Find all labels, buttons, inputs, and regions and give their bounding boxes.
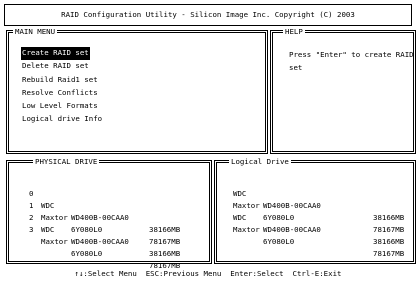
drive-vendor: Maxtor (233, 225, 260, 234)
drive-model: 6Y080L0 (71, 249, 103, 258)
help-panel: HELP Press "Enter" to create RAID set (270, 27, 416, 154)
drive-size: 38166MB (149, 249, 181, 258)
menu-item-low-level-formats[interactable]: Low Level Formats (21, 100, 103, 113)
menu-item-create-raid-set[interactable]: Create RAID set (21, 47, 103, 61)
menu-item-delete-raid-set[interactable]: Delete RAID set (21, 60, 103, 73)
logical-drive-row[interactable]: WDC WD400B-00CAA0 38166MB (221, 200, 415, 246)
main-menu-title: MAIN MENU (13, 27, 58, 36)
physical-drive-panel: PHYSICAL DRIVE 0 WDC WD400B-00CAA0 38166… (6, 157, 212, 270)
drive-index: 3 (29, 225, 34, 234)
physical-drive-row[interactable]: 0 WDC WD400B-00CAA0 38166MB (29, 176, 209, 234)
help-text: Press "Enter" to create RAID set (289, 50, 414, 72)
drive-model: WD400B-00CAA0 (263, 225, 321, 234)
title-bar: RAID Configuration Utility - Silicon Ima… (4, 4, 412, 26)
arrow-keys-icon: ↑↓ (74, 269, 84, 279)
physical-drive-title: PHYSICAL DRIVE (33, 157, 100, 166)
drive-model: WD400B-00CAA0 (71, 237, 129, 246)
menu-item-label[interactable]: Create RAID set (21, 47, 90, 61)
logical-drive-title: Logical Drive (229, 157, 291, 166)
menu-item-resolve-conflicts[interactable]: Resolve Conflicts (21, 87, 103, 100)
physical-drive-row[interactable]: 2 WDC WD400B-00CAA0 38166MB (29, 200, 209, 258)
drive-size: 78167MB (373, 249, 405, 258)
logical-drive-panel: Logical Drive WDC WD400B-00CAA0 38166MB … (214, 157, 416, 264)
physical-drive-row[interactable]: 1 Maxtor 6Y080L0 78167MB (29, 188, 209, 246)
menu-item-logical-drive-info[interactable]: Logical drive Info (21, 113, 103, 126)
drive-model: 6Y080L0 (263, 237, 295, 246)
drive-model: 6Y080L0 (71, 225, 103, 234)
key-help-footer: ↑↓:Select Menu ESC:Previous Menu Enter:S… (4, 268, 412, 280)
drive-size: 38166MB (373, 237, 405, 246)
main-menu-list: Create RAID set Delete RAID set Rebuild … (21, 47, 103, 127)
main-menu-panel: MAIN MENU Create RAID set Delete RAID se… (6, 27, 268, 154)
help-title: HELP (283, 27, 305, 36)
menu-item-rebuild-raid1-set[interactable]: Rebuild Raid1 set (21, 74, 103, 87)
drive-size: 78167MB (373, 225, 405, 234)
drive-size: 78167MB (149, 237, 181, 246)
drive-size: 38166MB (149, 225, 181, 234)
logical-drive-row[interactable]: Maxtor 6Y080L0 78167MB (221, 188, 415, 234)
physical-drive-row[interactable]: 3 Maxtor 6Y080L0 78167MB (29, 212, 209, 270)
drive-vendor: Maxtor (41, 237, 68, 246)
logical-drive-row[interactable]: WDC WD400B-00CAA0 38166MB (221, 176, 415, 222)
key-help-text: :Select Menu ESC:Previous Menu Enter:Sel… (83, 269, 342, 279)
app-title: RAID Configuration Utility - Silicon Ima… (61, 10, 355, 20)
logical-drive-row[interactable]: Maxtor 6Y080L0 78167MB (221, 212, 415, 258)
